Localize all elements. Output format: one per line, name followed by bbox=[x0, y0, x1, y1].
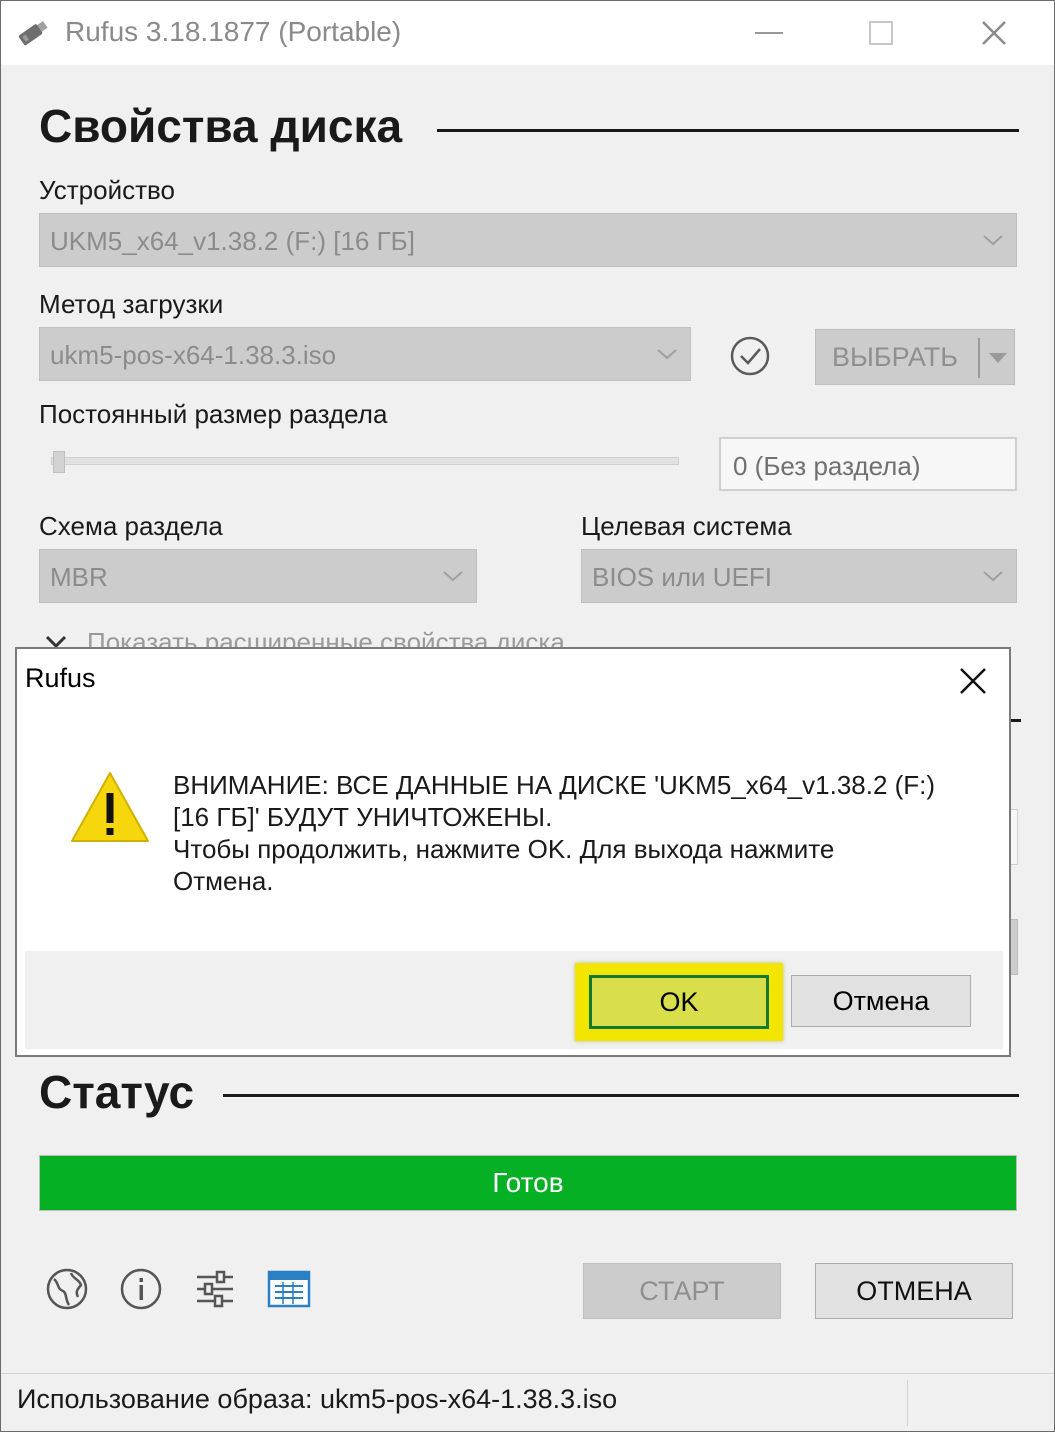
start-button[interactable]: СТАРТ bbox=[583, 1263, 781, 1319]
boot-method-value: ukm5-pos-x64-1.38.3.iso bbox=[50, 340, 337, 370]
status-bar-separator bbox=[907, 1380, 908, 1426]
window-title: Rufus 3.18.1877 (Portable) bbox=[65, 16, 402, 47]
persistent-size-label: Постоянный размер раздела bbox=[39, 399, 388, 429]
partition-scheme-label: Схема раздела bbox=[39, 511, 223, 541]
dialog-button-bar: OK Отмена bbox=[25, 951, 1003, 1049]
dialog-message-line: ВНИМАНИЕ: ВСЕ ДАННЫЕ НА ДИСКЕ 'UKM5_x64_… bbox=[173, 770, 936, 800]
select-button-label: ВЫБРАТЬ bbox=[832, 341, 958, 372]
persistent-size-value: 0 (Без раздела) bbox=[733, 451, 921, 481]
ok-button[interactable]: OK bbox=[589, 975, 769, 1029]
dialog-close-icon[interactable] bbox=[959, 667, 987, 695]
hidden-section-divider bbox=[1011, 719, 1021, 722]
rufus-window: Rufus 3.18.1877 (Portable) Свойства диск… bbox=[0, 0, 1055, 1432]
globe-icon[interactable] bbox=[45, 1267, 89, 1311]
target-system-label: Целевая система bbox=[581, 511, 792, 541]
boot-method-select[interactable]: ukm5-pos-x64-1.38.3.iso bbox=[39, 327, 691, 381]
hidden-field-edge bbox=[1011, 919, 1018, 975]
drive-properties-heading: Свойства диска bbox=[39, 100, 403, 152]
device-label: Устройство bbox=[39, 175, 176, 205]
verify-checkmark-icon[interactable] bbox=[729, 335, 771, 377]
dialog-cancel-button[interactable]: Отмена bbox=[791, 975, 971, 1027]
target-system-select[interactable]: BIOS или UEFI bbox=[581, 549, 1017, 603]
log-icon[interactable] bbox=[267, 1269, 311, 1309]
status-bar: Использование образа: ukm5-pos-x64-1.38.… bbox=[1, 1373, 1054, 1431]
usb-drive-icon bbox=[18, 21, 48, 46]
split-divider bbox=[978, 338, 980, 378]
maximize-icon bbox=[869, 21, 893, 45]
progress-text: Готов bbox=[492, 1167, 564, 1198]
select-image-button[interactable]: ВЫБРАТЬ bbox=[815, 329, 1015, 385]
close-icon bbox=[982, 21, 1006, 45]
confirm-dialog: Rufus ВНИМАНИЕ: ВСЕ ДАННЫЕ НА ДИСКЕ 'UKM… bbox=[15, 647, 1011, 1057]
partition-scheme-value: MBR bbox=[50, 562, 108, 592]
dropdown-arrow-icon[interactable] bbox=[987, 350, 1009, 366]
minimize-icon bbox=[755, 32, 783, 34]
dialog-message-line: Отмена. bbox=[173, 866, 274, 896]
start-button-label: СТАРТ bbox=[639, 1275, 725, 1306]
persistent-size-slider-thumb[interactable] bbox=[53, 451, 65, 473]
settings-icon[interactable] bbox=[193, 1267, 237, 1311]
chevron-down-icon bbox=[657, 349, 677, 360]
chevron-down-icon bbox=[983, 235, 1003, 246]
status-divider bbox=[223, 1094, 1019, 1097]
ok-button-label: OK bbox=[659, 986, 699, 1017]
dialog-message: ВНИМАНИЕ: ВСЕ ДАННЫЕ НА ДИСКЕ 'UKM5_x64_… bbox=[173, 769, 935, 897]
cancel-button-label: ОТМЕНА bbox=[856, 1275, 972, 1306]
info-icon[interactable] bbox=[119, 1267, 163, 1311]
partition-scheme-select[interactable]: MBR bbox=[39, 549, 477, 603]
hidden-field-edge bbox=[1011, 809, 1018, 865]
dialog-title: Rufus bbox=[25, 663, 96, 693]
close-button[interactable] bbox=[970, 11, 1018, 55]
device-select[interactable]: UKM5_x64_v1.38.2 (F:) [16 ГБ] bbox=[39, 213, 1017, 267]
chevron-down-icon bbox=[443, 571, 463, 582]
status-heading: Статус bbox=[39, 1066, 195, 1118]
warning-icon bbox=[71, 772, 149, 842]
close-cancel-button[interactable]: ОТМЕНА bbox=[815, 1263, 1013, 1319]
heading-divider bbox=[437, 129, 1019, 132]
persistent-size-slider-track bbox=[51, 457, 679, 465]
progress-bar: Готов bbox=[39, 1155, 1017, 1211]
minimize-button[interactable] bbox=[745, 11, 793, 55]
target-system-value: BIOS или UEFI bbox=[592, 562, 773, 592]
persistent-size-field[interactable]: 0 (Без раздела) bbox=[719, 437, 1017, 491]
dialog-message-line: Чтобы продолжить, нажмите OK. Для выхода… bbox=[173, 834, 835, 864]
device-value: UKM5_x64_v1.38.2 (F:) [16 ГБ] bbox=[50, 226, 415, 256]
dialog-message-line: [16 ГБ]' БУДУТ УНИЧТОЖЕНЫ. bbox=[173, 802, 553, 832]
dialog-cancel-label: Отмена bbox=[832, 985, 930, 1016]
chevron-down-icon bbox=[983, 571, 1003, 582]
title-bar: Rufus 3.18.1877 (Portable) bbox=[1, 1, 1054, 65]
status-bar-text: Использование образа: ukm5-pos-x64-1.38.… bbox=[17, 1384, 618, 1414]
maximize-button[interactable] bbox=[857, 11, 905, 55]
boot-method-label: Метод загрузки bbox=[39, 289, 224, 319]
